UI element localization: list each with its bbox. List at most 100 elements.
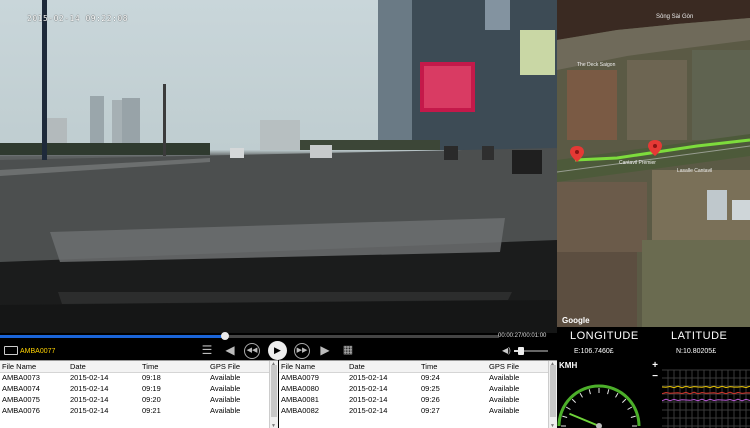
table-cell: AMBA0081	[281, 395, 319, 404]
longitude-label: LONGITUDE	[570, 330, 639, 342]
player-controls: 00:00:27/00:01:00 AMBA0077 ☰ ◀ ◀◀ ▶ ▶▶ ▶…	[0, 332, 557, 360]
rewind-icon[interactable]: ◀◀	[244, 343, 260, 359]
table-cell: 2015-02-14	[70, 373, 109, 383]
map-place-label: The Deck Saigon	[577, 62, 616, 68]
camera-icon[interactable]	[4, 346, 18, 355]
table-cell: 2015-02-14	[70, 384, 109, 393]
scroll-down-icon[interactable]: ▼	[550, 423, 555, 428]
volume-icon[interactable]: ◀)	[502, 346, 511, 355]
table-cell: Available	[210, 406, 241, 415]
back-arrow-icon[interactable]: ◀	[221, 342, 239, 358]
gauge-tick	[579, 392, 583, 398]
column-header[interactable]: GPS File	[208, 361, 278, 373]
seek-bar-handle[interactable]	[220, 332, 229, 340]
table-cell: 2015-02-14	[349, 395, 388, 404]
volume-slider-handle[interactable]	[517, 347, 524, 355]
column-header[interactable]: Time	[140, 361, 208, 373]
table-cell: AMBA0080	[281, 384, 319, 393]
table-cell: Available	[210, 384, 241, 393]
volume-slider[interactable]	[514, 347, 548, 355]
scroll-thumb[interactable]	[550, 365, 556, 417]
table-cell: Available	[489, 384, 520, 393]
fast-forward-icon[interactable]: ▶▶	[294, 343, 310, 359]
table-cell: 2015-02-14	[70, 406, 109, 415]
file-list-left[interactable]: File Name Date Time GPS File AMBA0073 201…	[0, 360, 278, 428]
table-cell: 09:24	[421, 373, 440, 383]
column-header[interactable]: GPS File	[487, 361, 557, 373]
table-cell: AMBA0075	[2, 395, 40, 404]
latitude-label: LATITUDE	[671, 330, 728, 342]
seek-bar[interactable]	[0, 332, 499, 340]
table-cell: Available	[489, 406, 520, 415]
table-cell: 2015-02-14	[70, 395, 109, 404]
speedometer-gauge	[557, 384, 641, 428]
map-river-label: Sông Sài Gòn	[656, 14, 694, 20]
table-cell: Available	[210, 373, 241, 383]
file-table: File Name Date Time GPS File AMBA0073 201…	[0, 361, 278, 416]
table-cell: AMBA0073	[2, 373, 40, 383]
column-header[interactable]: Date	[68, 361, 140, 373]
table-row[interactable]: AMBA0081 2015-02-14 09:26 Available	[279, 394, 557, 405]
video-scene	[0, 0, 557, 333]
gauge-tick	[627, 406, 633, 410]
forward-arrow-icon[interactable]: ▶	[316, 342, 334, 358]
gauge-hub	[596, 423, 602, 428]
map-place-label: Cantavil Premier	[619, 160, 656, 166]
table-cell: 09:20	[142, 395, 161, 404]
table-cell: 2015-02-14	[349, 406, 388, 415]
longitude-value: E:106.7460£	[574, 348, 614, 355]
scrollbar[interactable]: ▲ ▼	[548, 361, 557, 428]
accelerometer-graph	[662, 360, 750, 428]
table-row[interactable]: AMBA0076 2015-02-14 09:21 Available	[0, 405, 278, 416]
gauge-tick	[615, 392, 619, 398]
table-cell: Available	[210, 395, 241, 404]
speedometer-panel: KMH	[557, 360, 660, 428]
latitude-value: N:10.80205£	[676, 348, 717, 355]
dashcam-video[interactable]: 2015-02-14 09:22:08	[0, 0, 557, 333]
table-cell: 09:18	[142, 373, 161, 383]
table-row[interactable]: AMBA0074 2015-02-14 09:19 Available	[0, 383, 278, 394]
video-timestamp: 2015-02-14 09:22:08	[27, 14, 129, 23]
gauge-tick	[562, 415, 568, 418]
playlist-icon[interactable]: ☰	[198, 342, 216, 358]
zoom-out-icon[interactable]: −	[650, 371, 660, 382]
column-header[interactable]: File Name	[0, 361, 68, 373]
table-cell: 09:19	[142, 384, 161, 393]
gauge-tick	[630, 415, 636, 418]
play-icon[interactable]: ▶	[268, 341, 287, 360]
table-cell: AMBA0082	[281, 406, 319, 415]
table-row[interactable]: AMBA0082 2015-02-14 09:27 Available	[279, 405, 557, 416]
column-header[interactable]: File Name	[279, 361, 347, 373]
map-place-label: Lasalle Cantavil	[677, 168, 713, 174]
table-cell: 2015-02-14	[349, 384, 388, 393]
table-cell: AMBA0079	[281, 373, 319, 383]
table-cell: 09:21	[142, 406, 161, 415]
gps-coordinates-panel: LONGITUDE LATITUDE E:106.7460£ N:10.8020…	[557, 327, 750, 360]
table-cell: 09:27	[421, 406, 440, 415]
gps-map[interactable]: Sông Sài Gòn The Deck Saigon Cantavil Pr…	[557, 0, 750, 327]
end-marker-icon	[648, 140, 662, 156]
zoom-in-icon[interactable]: +	[650, 360, 660, 371]
table-row[interactable]: AMBA0080 2015-02-14 09:25 Available	[279, 383, 557, 394]
gauge-needle	[569, 412, 600, 427]
table-cell: 09:25	[421, 384, 440, 393]
google-logo: Google	[562, 316, 590, 325]
file-list-right[interactable]: File Name Date Time GPS File AMBA0079 201…	[279, 360, 557, 428]
seek-bar-fill	[0, 335, 225, 338]
table-row[interactable]: AMBA0075 2015-02-14 09:20 Available	[0, 394, 278, 405]
table-cell: 09:26	[421, 395, 440, 404]
gauge-tick	[588, 389, 591, 395]
scroll-down-icon[interactable]: ▼	[271, 423, 276, 428]
column-header[interactable]: Date	[347, 361, 419, 373]
table-row[interactable]: AMBA0073 2015-02-14 09:18 Available	[0, 372, 278, 383]
column-header[interactable]: Time	[419, 361, 487, 373]
trash-icon[interactable]: ▦	[339, 342, 357, 358]
table-cell: Available	[489, 395, 520, 404]
table-cell: Available	[489, 373, 520, 383]
gauge-tick	[565, 406, 571, 410]
table-row[interactable]: AMBA0079 2015-02-14 09:24 Available	[279, 372, 557, 383]
file-table: File Name Date Time GPS File AMBA0079 201…	[279, 361, 557, 416]
time-readout: 00:00:27/00:01:00	[498, 333, 547, 339]
scrollbar[interactable]: ▲ ▼	[269, 361, 278, 428]
scroll-thumb[interactable]	[271, 365, 277, 417]
